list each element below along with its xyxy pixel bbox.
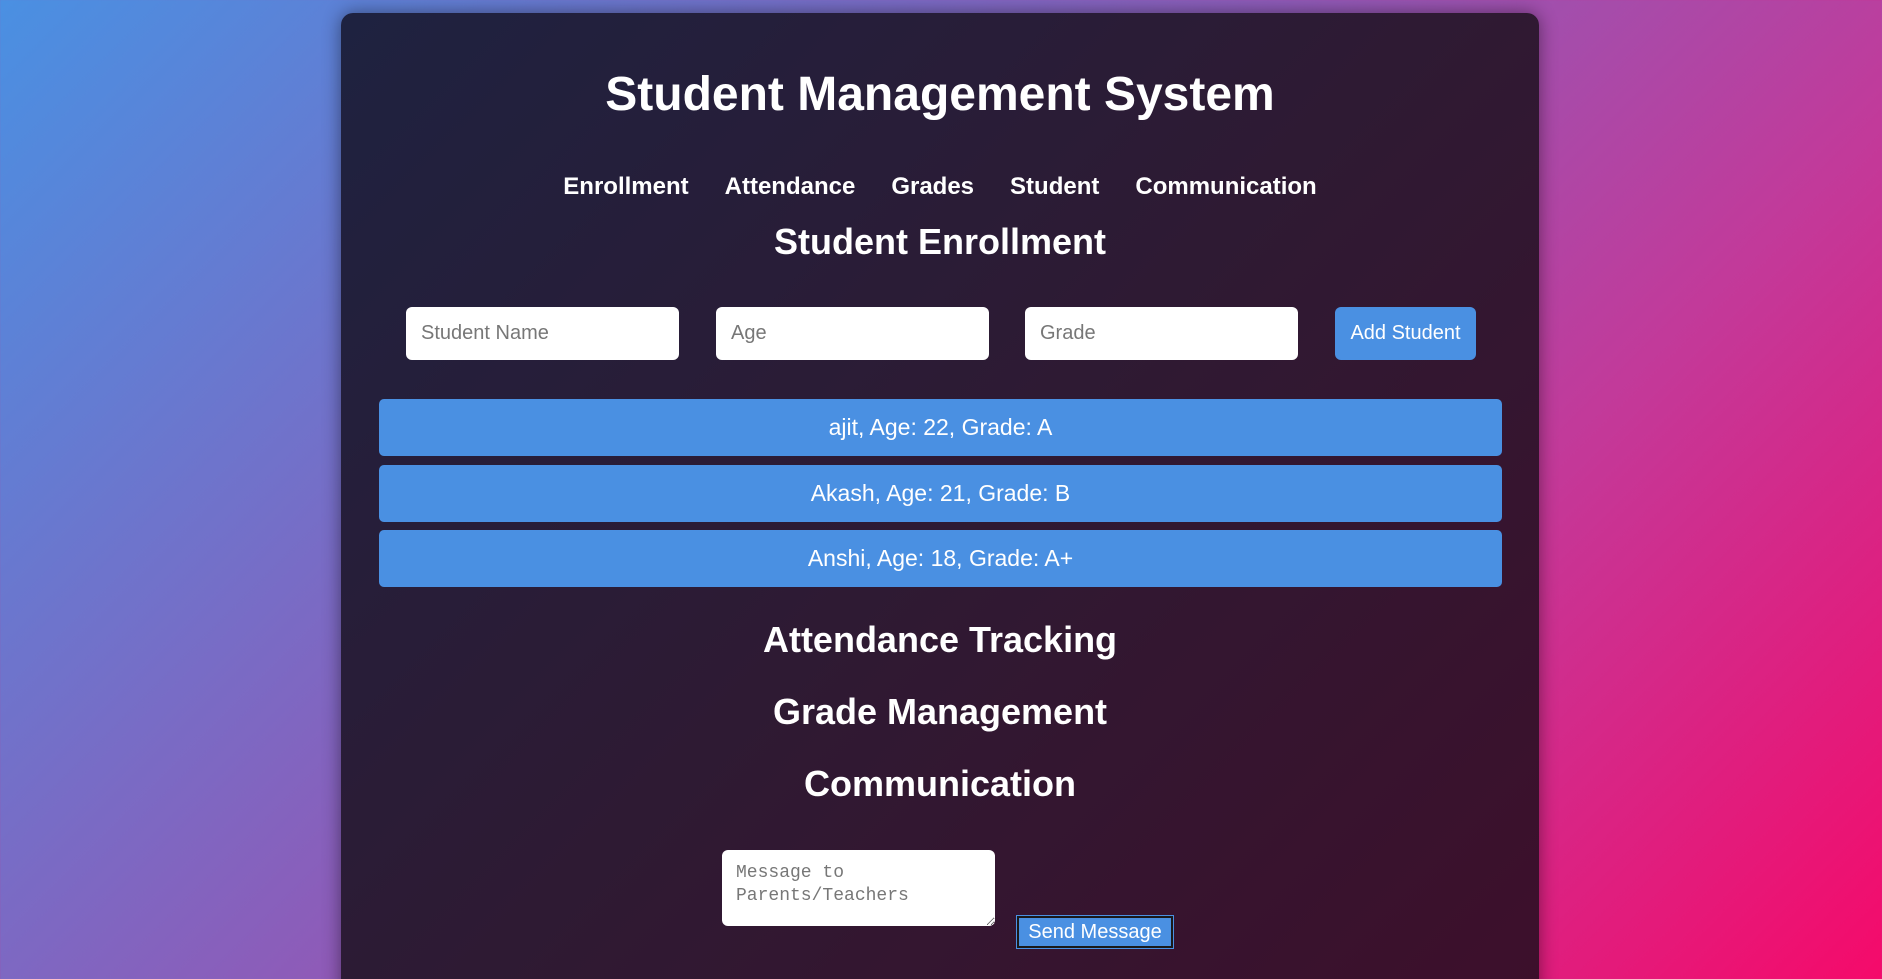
communication-heading: Communication — [803, 763, 1076, 804]
main-card: Student Management System Enrollment Att… — [341, 13, 1539, 979]
nav-grades[interactable]: Grades — [891, 173, 974, 201]
grade-input[interactable] — [1025, 307, 1298, 360]
nav-student[interactable]: Student — [1010, 173, 1099, 201]
add-student-button[interactable]: Add Student — [1335, 307, 1476, 360]
enrollment-heading: Student Enrollment — [774, 221, 1106, 262]
grades-heading: Grade Management — [772, 691, 1108, 732]
student-name-input[interactable] — [406, 307, 679, 360]
student-list-item[interactable]: Anshi, Age: 18, Grade: A+ — [379, 530, 1502, 587]
nav-enrollment[interactable]: Enrollment — [563, 173, 688, 201]
main-nav: Enrollment Attendance Grades Student Com… — [341, 173, 1539, 201]
message-textarea[interactable] — [722, 850, 995, 926]
nav-communication[interactable]: Communication — [1135, 173, 1316, 201]
age-input[interactable] — [716, 307, 989, 360]
student-list-item[interactable]: Akash, Age: 21, Grade: B — [379, 465, 1502, 522]
attendance-heading: Attendance Tracking — [762, 619, 1118, 660]
student-list-item[interactable]: ajit, Age: 22, Grade: A — [379, 399, 1502, 456]
nav-attendance[interactable]: Attendance — [725, 173, 856, 201]
page-title: Student Management System — [605, 68, 1275, 121]
send-message-button[interactable]: Send Message — [1016, 915, 1174, 949]
